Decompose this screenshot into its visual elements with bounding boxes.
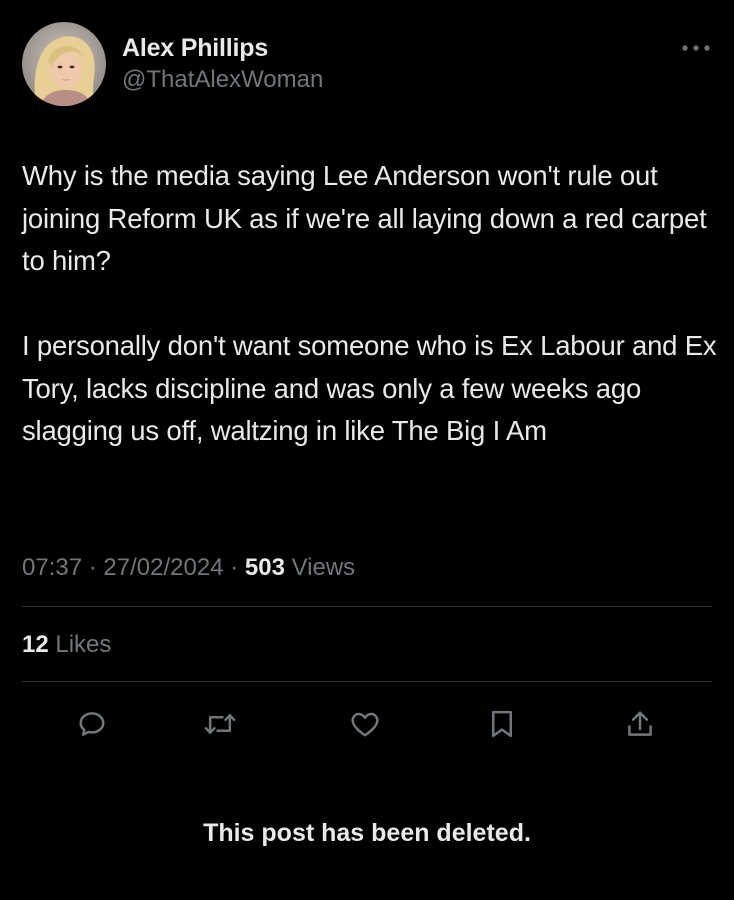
bookmark-button[interactable] [482, 704, 522, 744]
profile-photo-icon [22, 22, 106, 106]
share-upload-icon [628, 711, 652, 736]
like-button[interactable] [345, 704, 385, 744]
avatar[interactable] [22, 22, 106, 106]
likes-summary[interactable]: 12 Likes [22, 630, 111, 660]
more-dots-icon [682, 45, 710, 51]
bookmark-icon [492, 710, 512, 738]
author-display-name[interactable]: Alex Phillips [122, 33, 323, 63]
divider [22, 606, 712, 607]
post-date[interactable]: 27/02/2024 [103, 554, 223, 581]
post-text: Why is the media saying Lee Anderson won… [22, 160, 717, 446]
views-count: 503 [244, 554, 285, 581]
reply-button[interactable] [72, 704, 112, 744]
likes-label: Likes [55, 631, 112, 658]
author-handle[interactable]: @ThatAlexWoman [122, 65, 323, 95]
author-info: Alex Phillips @ThatAlexWoman [122, 33, 323, 95]
likes-count: 12 [22, 631, 49, 658]
post-metadata: 07:37 · 27/02/2024 · 503 Views [22, 553, 355, 583]
divider [22, 681, 712, 682]
heart-icon [351, 712, 379, 737]
meta-separator: · [88, 554, 97, 581]
post-time[interactable]: 07:37 [22, 554, 82, 581]
share-button[interactable] [620, 704, 660, 744]
more-options-button[interactable] [678, 38, 714, 58]
post-deleted-notice: This post has been deleted. [203, 819, 531, 847]
speech-bubble-icon [79, 712, 105, 736]
repost-button[interactable] [200, 704, 240, 744]
views-label: Views [291, 554, 356, 581]
meta-separator: · [230, 554, 239, 581]
repost-arrows-icon [204, 714, 236, 734]
